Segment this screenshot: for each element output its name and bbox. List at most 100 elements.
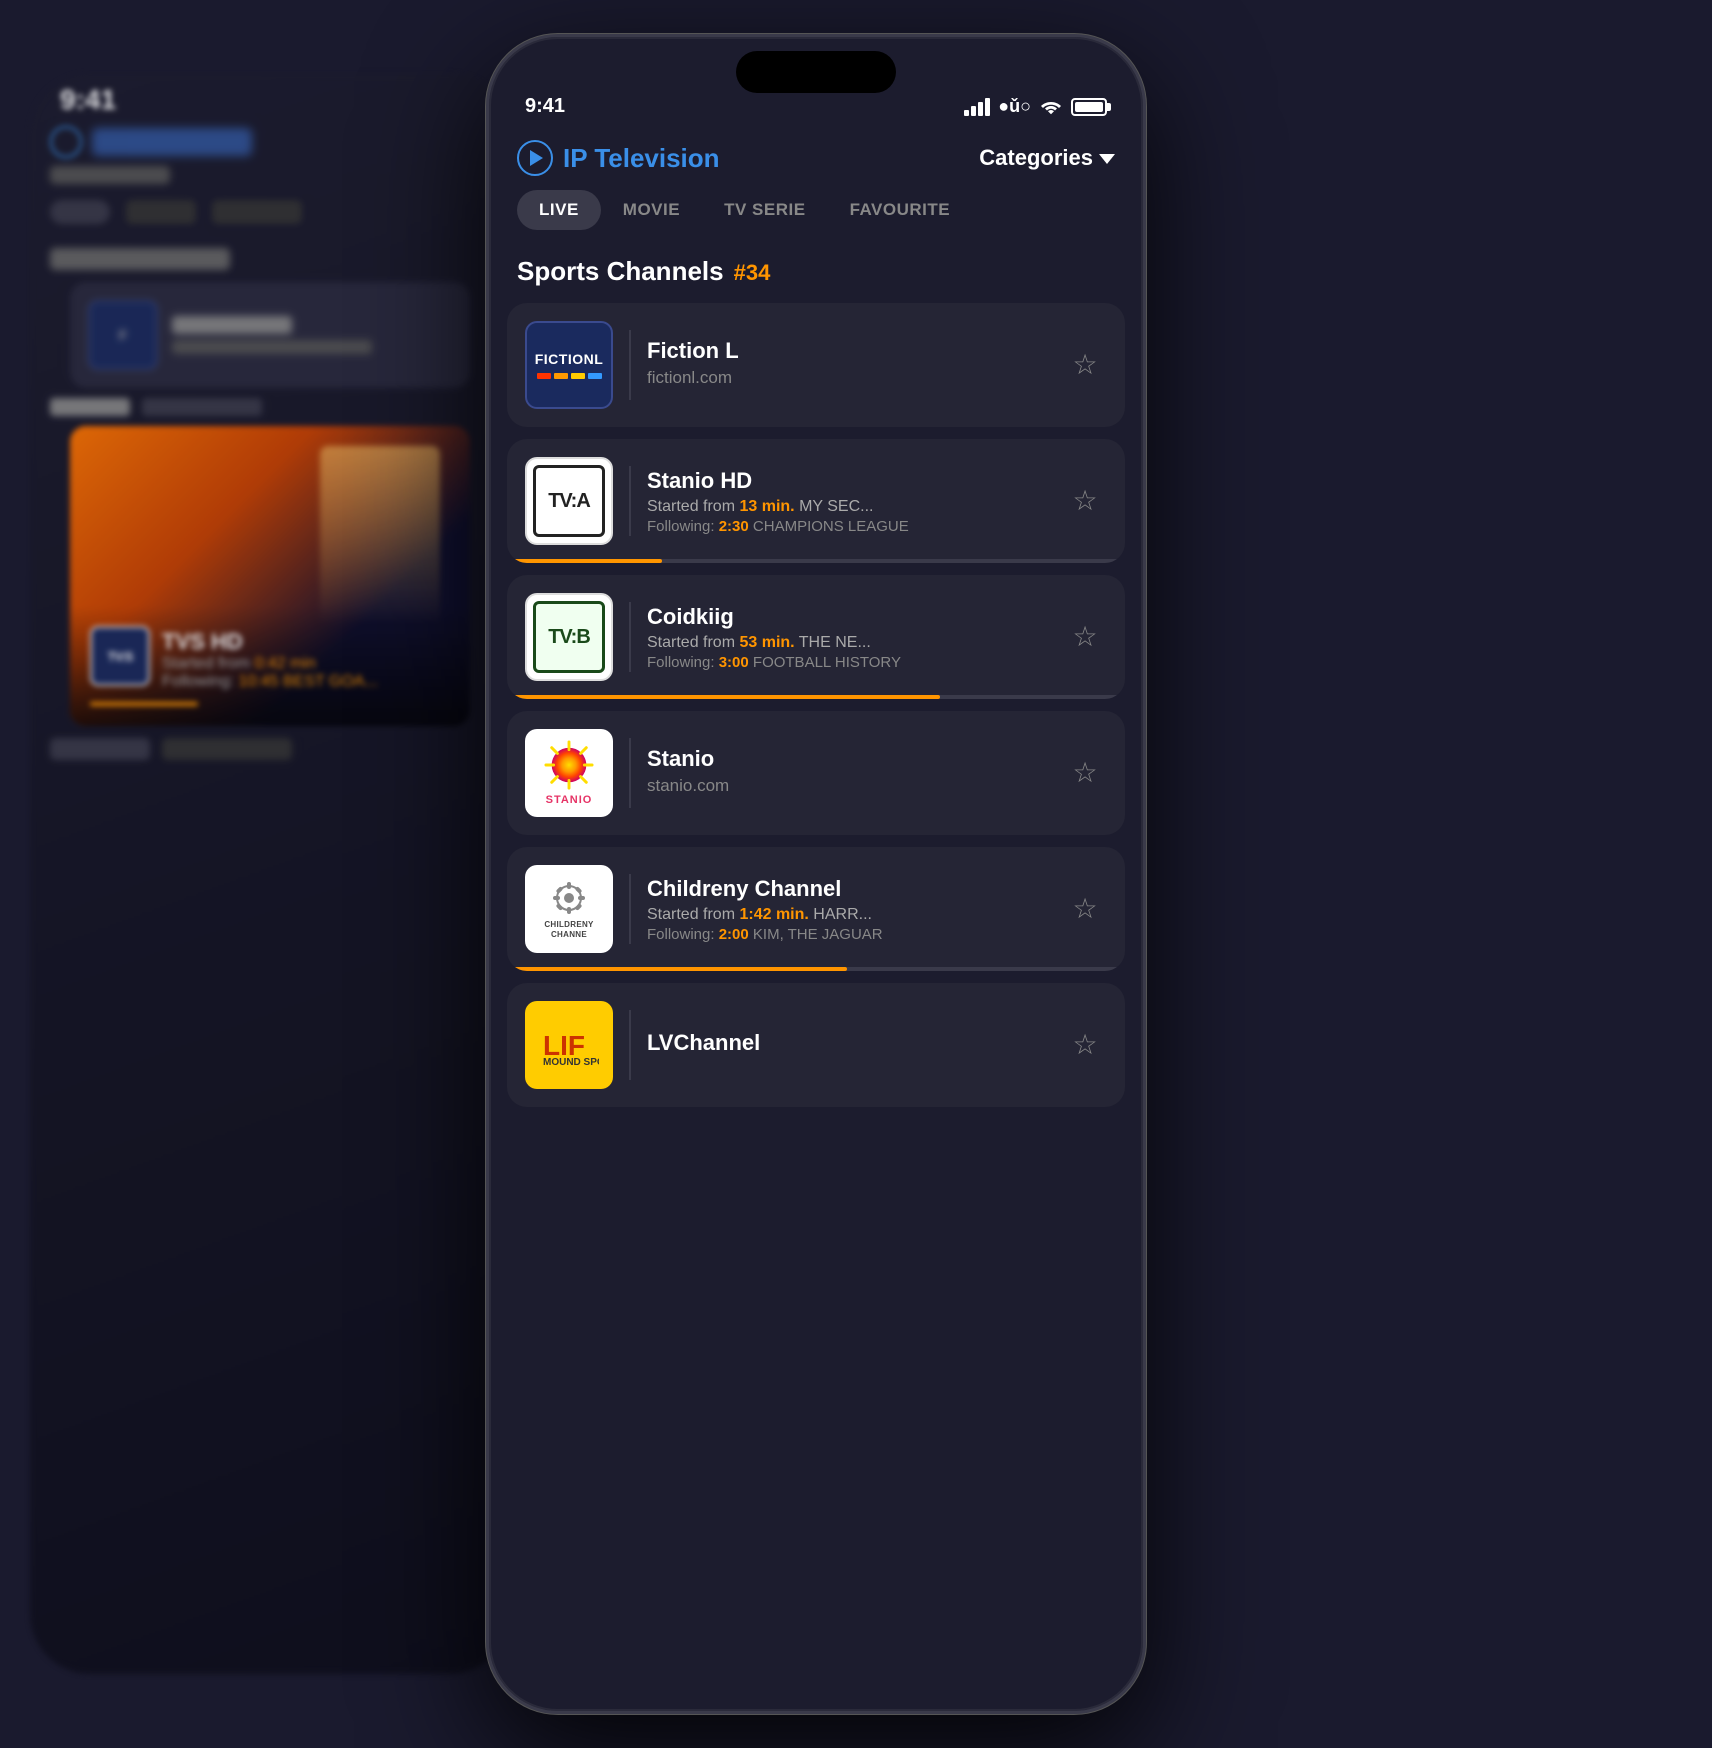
- tab-movie[interactable]: MOVIE: [601, 190, 702, 230]
- wifi-icon: ●ǔ○: [998, 96, 1031, 117]
- tvb-inner: TV:B: [533, 601, 605, 673]
- fiction-l-favorite-button[interactable]: ☆: [1063, 343, 1107, 387]
- app-logo: [517, 140, 553, 176]
- stanio-hd-timing: Started from 13 min. MY SEC...: [647, 498, 1047, 516]
- divider: [629, 602, 631, 672]
- childreny-name: Childreny Channel: [647, 876, 1047, 902]
- stanio-hd-progress-bar: [507, 559, 1125, 563]
- status-time: 9:41: [525, 95, 565, 118]
- stanio-hd-favorite-button[interactable]: ☆: [1063, 479, 1107, 523]
- stanio-hd-info: Stanio HD Started from 13 min. MY SEC...…: [647, 468, 1047, 535]
- lvchannel-info: LVChannel: [647, 1030, 1047, 1060]
- coidkiig-name: Coidkiig: [647, 604, 1047, 630]
- lvchannel-logo: LIF MOUND SPORT: [525, 1001, 613, 1089]
- tab-live[interactable]: LIVE: [517, 190, 601, 230]
- divider: [629, 330, 631, 400]
- star-icon: ☆: [1072, 487, 1097, 515]
- star-icon: ☆: [1072, 351, 1097, 379]
- battery-icon: [1071, 98, 1107, 116]
- svg-text:MOUND SPORT: MOUND SPORT: [543, 1057, 599, 1065]
- categories-button[interactable]: Categories: [979, 145, 1115, 171]
- childreny-progress-fill: [507, 967, 847, 971]
- childreny-timing: Started from 1:42 min. HARR...: [647, 906, 1047, 924]
- signal-bar-3: [978, 102, 983, 116]
- channel-card-lvchannel[interactable]: LIF MOUND SPORT LVChannel ☆: [507, 983, 1125, 1107]
- chevron-down-icon: [1099, 154, 1115, 164]
- stanio-subtitle: stanio.com: [647, 776, 1047, 796]
- stanio-hd-progress-fill: [507, 559, 662, 563]
- fiction-l-color-dots: [537, 373, 602, 379]
- childreny-label: CHILDRENYCHANNE: [544, 920, 593, 939]
- bg-hero: TV:S TVS HD Started from 0:42 min Follow…: [70, 426, 470, 726]
- fiction-l-name: Fiction L: [647, 338, 1047, 364]
- channel-card-fiction-l[interactable]: FICTIONL Fiction L fictionl.com ☆: [507, 303, 1125, 427]
- status-icons: ●ǔ○: [964, 96, 1107, 117]
- categories-label: Categories: [979, 145, 1093, 171]
- main-phone: 9:41 ●ǔ○ IP Television: [486, 34, 1146, 1714]
- signal-bars: [964, 98, 990, 116]
- divider: [629, 466, 631, 536]
- channel-list: FICTIONL Fiction L fictionl.com ☆: [489, 303, 1143, 1711]
- divider: [629, 738, 631, 808]
- channel-card-childreny[interactable]: CHILDRENYCHANNE Childreny Channel Starte…: [507, 847, 1125, 971]
- fiction-l-logo: FICTIONL: [525, 321, 613, 409]
- lvchannel-favorite-button[interactable]: ☆: [1063, 1023, 1107, 1067]
- coidkiig-logo: TV:B: [525, 593, 613, 681]
- coidkiig-info: Coidkiig Started from 53 min. THE NE... …: [647, 604, 1047, 671]
- stanio-label-text: STANIO: [546, 794, 593, 806]
- tab-favourite[interactable]: FAVOURITE: [828, 190, 973, 230]
- star-icon: ☆: [1072, 895, 1097, 923]
- coidkiig-timing: Started from 53 min. THE NE...: [647, 634, 1047, 652]
- signal-bar-2: [971, 106, 976, 116]
- star-icon: ☆: [1072, 1031, 1097, 1059]
- stanio-hd-following: Following: 2:30 CHAMPIONS LEAGUE: [647, 518, 1047, 535]
- stanio-logo: STANIO: [525, 729, 613, 817]
- divider: [629, 1010, 631, 1080]
- childreny-favorite-button[interactable]: ☆: [1063, 887, 1107, 931]
- bg-tvs-logo: TV:S: [90, 626, 150, 686]
- play-icon: [530, 150, 543, 166]
- dynamic-island: [736, 51, 896, 93]
- fiction-l-info: Fiction L fictionl.com: [647, 338, 1047, 392]
- childreny-info: Childreny Channel Started from 1:42 min.…: [647, 876, 1047, 943]
- channel-card-stanio-hd[interactable]: TV:A Stanio HD Started from 13 min. MY S…: [507, 439, 1125, 563]
- coidkiig-progress-bar: [507, 695, 1125, 699]
- channel-card-coidkiig[interactable]: TV:B Coidkiig Started from 53 min. THE N…: [507, 575, 1125, 699]
- stanio-favorite-button[interactable]: ☆: [1063, 751, 1107, 795]
- star-icon: ☆: [1072, 623, 1097, 651]
- section-count: #34: [734, 260, 771, 286]
- coidkiig-favorite-button[interactable]: ☆: [1063, 615, 1107, 659]
- fiction-l-logo-text: FICTIONL: [535, 351, 604, 367]
- childreny-logo: CHILDRENYCHANNE: [525, 865, 613, 953]
- childreny-following: Following: 2:00 KIM, THE JAGUAR: [647, 926, 1047, 943]
- channel-card-stanio[interactable]: STANIO Stanio stanio.com ☆: [507, 711, 1125, 835]
- app-header: IP Television Categories: [489, 128, 1143, 190]
- star-icon: ☆: [1072, 759, 1097, 787]
- stanio-hd-name: Stanio HD: [647, 468, 1047, 494]
- tab-tv-serie[interactable]: TV SERIE: [702, 190, 827, 230]
- stanio-hd-logo: TV:A: [525, 457, 613, 545]
- coidkiig-progress-fill: [507, 695, 940, 699]
- lvchannel-logo-graphic: LIF MOUND SPORT: [539, 1025, 599, 1065]
- tva-inner: TV:A: [533, 465, 605, 537]
- tvb-text: TV:B: [548, 626, 590, 649]
- divider: [629, 874, 631, 944]
- signal-bar-4: [985, 98, 990, 116]
- section-header: Sports Channels #34: [489, 246, 1143, 303]
- childreny-gear-icon: [549, 878, 589, 918]
- bg-time: 9:41: [60, 84, 116, 116]
- stanio-sun: [544, 740, 594, 790]
- tabs-row: LIVE MOVIE TV SERIE FAVOURITE: [489, 190, 1143, 246]
- stanio-info: Stanio stanio.com: [647, 746, 1047, 800]
- section-title: Sports Channels: [517, 256, 724, 287]
- app-title: IP Television: [563, 143, 720, 174]
- app-title-group: IP Television: [517, 140, 720, 176]
- wifi-icon: [1039, 98, 1063, 116]
- background-phone: 9:41 F: [30, 74, 510, 1674]
- stanio-name: Stanio: [647, 746, 1047, 772]
- fiction-l-subtitle: fictionl.com: [647, 368, 1047, 388]
- tva-text: TV:A: [548, 490, 590, 513]
- coidkiig-following: Following: 3:00 FOOTBALL HISTORY: [647, 654, 1047, 671]
- signal-bar-1: [964, 110, 969, 116]
- childreny-progress-bar: [507, 967, 1125, 971]
